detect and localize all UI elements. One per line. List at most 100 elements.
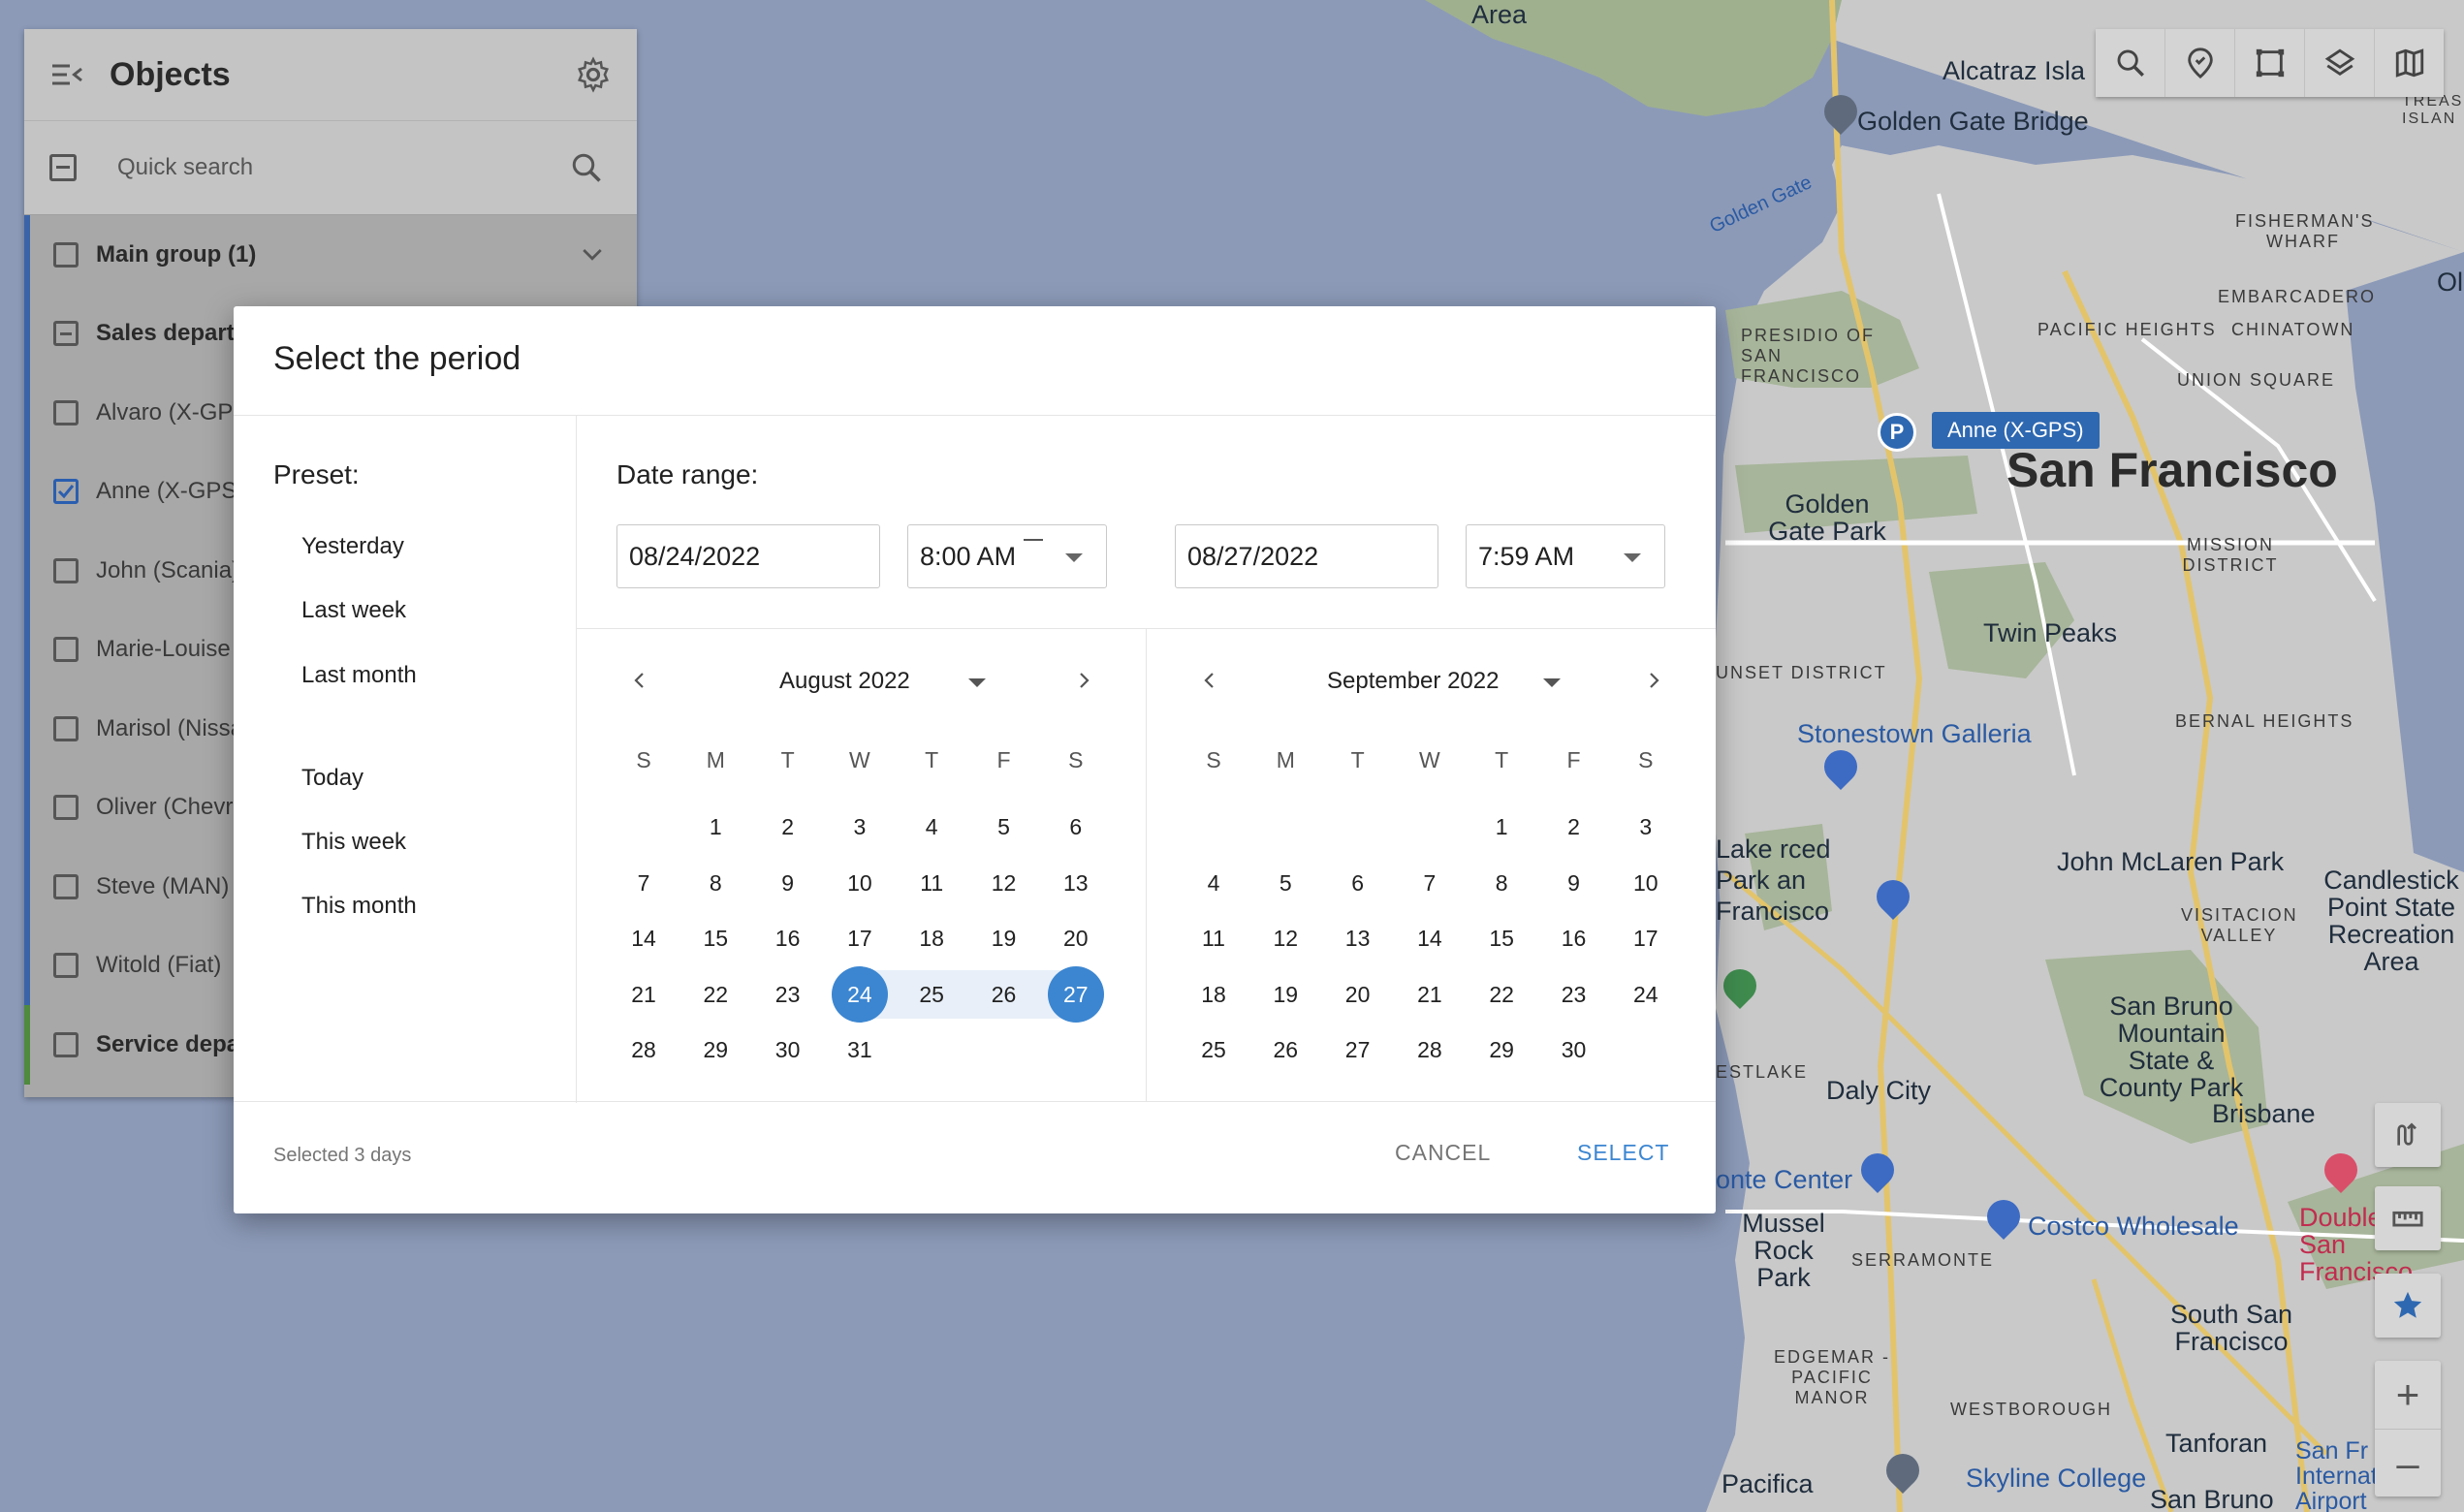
- gear-icon[interactable]: [575, 56, 612, 93]
- calendar-day[interactable]: 18: [903, 910, 960, 966]
- preset-this-month[interactable]: This month: [301, 893, 417, 920]
- preset-last-month[interactable]: Last month: [301, 662, 417, 689]
- calendar-day[interactable]: 2: [1546, 799, 1602, 855]
- select-button[interactable]: SELECT: [1577, 1140, 1669, 1166]
- zoom-out-button[interactable]: –: [2375, 1429, 2441, 1497]
- calendar-day[interactable]: 9: [1546, 855, 1602, 911]
- object-checkbox[interactable]: [53, 321, 79, 347]
- calendar-day[interactable]: 14: [616, 910, 672, 966]
- preset-yesterday[interactable]: Yesterday: [301, 533, 404, 560]
- calendar-day[interactable]: 20: [1048, 910, 1104, 966]
- calendar-day[interactable]: 14: [1402, 910, 1458, 966]
- calendar-day[interactable]: 19: [976, 910, 1032, 966]
- object-checkbox[interactable]: [53, 1031, 79, 1057]
- calendar-day[interactable]: 18: [1185, 966, 1242, 1023]
- calendar-day[interactable]: 8: [1473, 855, 1530, 911]
- calendar-day[interactable]: 21: [616, 966, 672, 1023]
- caret-down-icon[interactable]: [1543, 678, 1561, 687]
- calendar-day[interactable]: 25: [903, 966, 960, 1023]
- calendar-day[interactable]: 26: [976, 966, 1032, 1023]
- calendar-day[interactable]: 16: [760, 910, 816, 966]
- calendar-day[interactable]: 31: [832, 1022, 888, 1078]
- start-time-select[interactable]: 8:00 AM: [907, 524, 1107, 588]
- calendar-day[interactable]: 24: [831, 965, 888, 1023]
- calendar-day[interactable]: 16: [1546, 910, 1602, 966]
- map-search-button[interactable]: [2096, 29, 2165, 97]
- calendar-day[interactable]: 21: [1402, 966, 1458, 1023]
- calendar-day[interactable]: 24: [1618, 966, 1674, 1023]
- calendar-month-label[interactable]: September 2022: [1327, 668, 1499, 695]
- object-checkbox[interactable]: [53, 715, 79, 741]
- prev-month-button[interactable]: [1195, 666, 1224, 695]
- calendar-day[interactable]: 2: [760, 799, 816, 855]
- calendar-day[interactable]: 13: [1048, 855, 1104, 911]
- calendar-day[interactable]: 4: [903, 799, 960, 855]
- calendar-day[interactable]: 20: [1330, 966, 1386, 1023]
- preset-last-week[interactable]: Last week: [301, 597, 406, 624]
- calendar-day[interactable]: 8: [687, 855, 743, 911]
- calendar-month-label[interactable]: August 2022: [779, 668, 910, 695]
- calendar-day[interactable]: 11: [903, 855, 960, 911]
- object-checkbox[interactable]: [53, 557, 79, 583]
- object-checkbox[interactable]: [53, 637, 79, 663]
- calendar-day[interactable]: 11: [1185, 910, 1242, 966]
- calendar-day[interactable]: 15: [687, 910, 743, 966]
- cancel-button[interactable]: CANCEL: [1395, 1140, 1491, 1166]
- area-select-button[interactable]: [2235, 29, 2305, 97]
- calendar-day[interactable]: 1: [687, 799, 743, 855]
- calendar-day[interactable]: 29: [1473, 1022, 1530, 1078]
- calendar-day[interactable]: 22: [687, 966, 743, 1023]
- search-icon[interactable]: [569, 150, 604, 185]
- calendar-day[interactable]: 26: [1257, 1022, 1313, 1078]
- calendar-day[interactable]: 17: [1618, 910, 1674, 966]
- calendar-day[interactable]: 27: [1330, 1022, 1386, 1078]
- select-all-checkbox[interactable]: [49, 154, 77, 181]
- map-type-button[interactable]: [2375, 29, 2444, 97]
- zoom-in-button[interactable]: +: [2375, 1361, 2441, 1429]
- end-date-input[interactable]: 08/27/2022: [1175, 524, 1438, 588]
- quick-search-input[interactable]: Quick search: [117, 154, 253, 181]
- object-row[interactable]: Main group (1): [24, 215, 637, 295]
- calendar-day[interactable]: 27: [1047, 965, 1104, 1023]
- object-checkbox[interactable]: [53, 953, 79, 979]
- calendar-day[interactable]: 12: [1257, 910, 1313, 966]
- preset-this-week[interactable]: This week: [301, 829, 406, 856]
- calendar-day[interactable]: 6: [1330, 855, 1386, 911]
- object-checkbox[interactable]: [53, 479, 79, 505]
- calendar-day[interactable]: 5: [1257, 855, 1313, 911]
- calendar-day[interactable]: 1: [1473, 799, 1530, 855]
- prev-month-button[interactable]: [625, 666, 654, 695]
- calendar-day[interactable]: 10: [832, 855, 888, 911]
- calendar-day[interactable]: 29: [687, 1022, 743, 1078]
- calendar-day[interactable]: 4: [1185, 855, 1242, 911]
- next-month-button[interactable]: [1069, 666, 1098, 695]
- calendar-day[interactable]: 10: [1618, 855, 1674, 911]
- calendar-day[interactable]: 3: [832, 799, 888, 855]
- calendar-day[interactable]: 22: [1473, 966, 1530, 1023]
- calendar-day[interactable]: 23: [760, 966, 816, 1023]
- calendar-day[interactable]: 25: [1185, 1022, 1242, 1078]
- calendar-day[interactable]: 28: [1402, 1022, 1458, 1078]
- calendar-day[interactable]: 15: [1473, 910, 1530, 966]
- caret-down-icon[interactable]: [968, 678, 986, 687]
- calendar-day[interactable]: 23: [1546, 966, 1602, 1023]
- calendar-day[interactable]: 7: [616, 855, 672, 911]
- calendar-day[interactable]: 3: [1618, 799, 1674, 855]
- object-checkbox[interactable]: [53, 241, 79, 268]
- calendar-day[interactable]: 7: [1402, 855, 1458, 911]
- favorites-button[interactable]: [2375, 1274, 2441, 1338]
- ruler-button[interactable]: [2375, 1186, 2441, 1250]
- calendar-day[interactable]: 30: [760, 1022, 816, 1078]
- calendar-day[interactable]: 6: [1048, 799, 1104, 855]
- end-time-select[interactable]: 7:59 AM: [1466, 524, 1665, 588]
- calendar-day[interactable]: 9: [760, 855, 816, 911]
- geofence-button[interactable]: [2165, 29, 2235, 97]
- object-checkbox[interactable]: [53, 795, 79, 821]
- preset-today[interactable]: Today: [301, 765, 363, 792]
- calendar-day[interactable]: 28: [616, 1022, 672, 1078]
- calendar-day[interactable]: 12: [976, 855, 1032, 911]
- object-checkbox[interactable]: [53, 399, 79, 425]
- calendar-day[interactable]: 19: [1257, 966, 1313, 1023]
- calendar-day[interactable]: 30: [1546, 1022, 1602, 1078]
- calendar-day[interactable]: 13: [1330, 910, 1386, 966]
